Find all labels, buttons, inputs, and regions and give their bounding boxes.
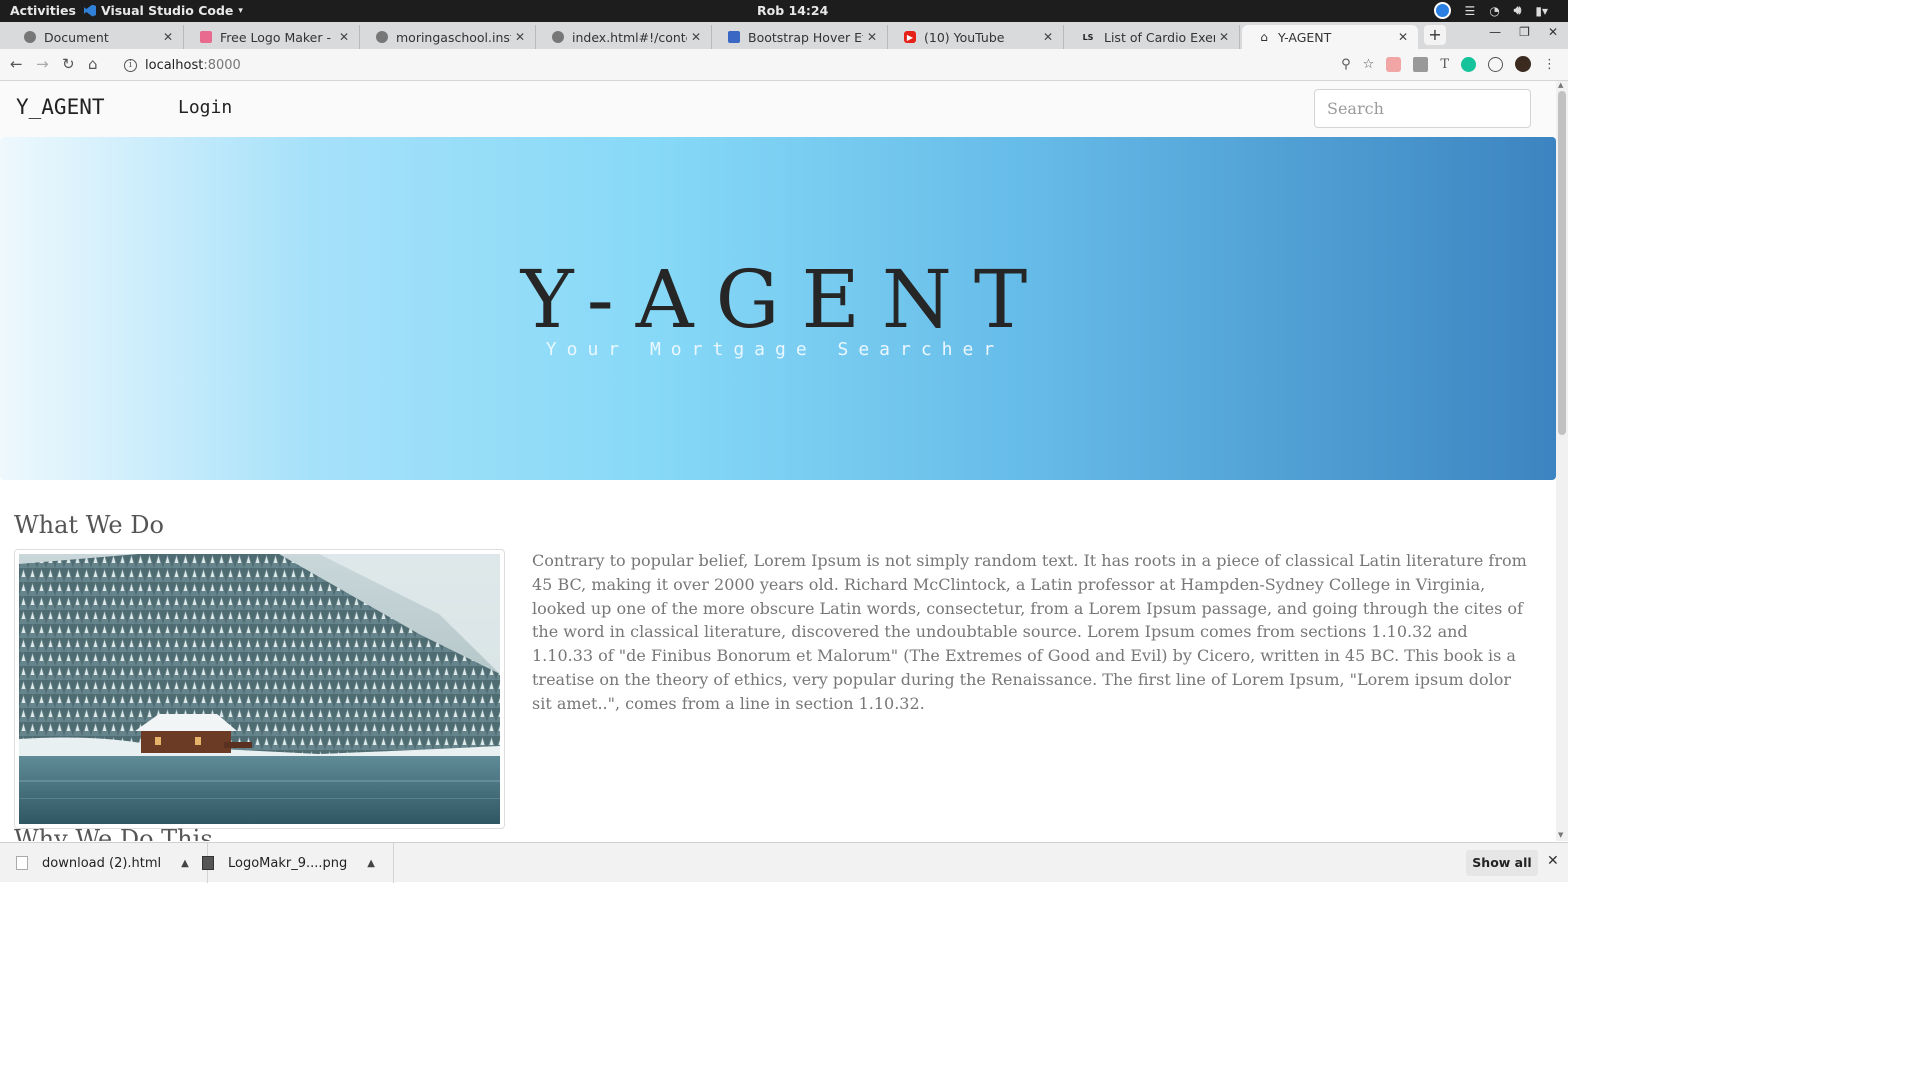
hero-banner: Y-AGENT Your Mortgage Searcher (0, 137, 1556, 480)
zoom-icon[interactable]: ⚲ (1341, 57, 1351, 72)
download-item[interactable]: download (2).html ▲ (16, 843, 208, 883)
cabin-lake-image (14, 549, 505, 829)
extension-t-icon[interactable]: T (1440, 57, 1449, 72)
url-host: localhost (145, 57, 204, 73)
url-port: :8000 (203, 57, 241, 73)
tab-title: index.html#!/content (572, 29, 687, 45)
tab-title: Bootstrap Hover Effects (748, 29, 863, 45)
restore-icon[interactable]: ❐ (1519, 25, 1530, 39)
minimize-icon[interactable]: — (1489, 25, 1501, 39)
close-icon[interactable]: ✕ (1215, 30, 1233, 44)
logomaker-icon (200, 31, 212, 43)
ls-icon: LS (1082, 32, 1094, 42)
site-info-icon[interactable]: i (124, 58, 137, 72)
wifi-icon[interactable]: ◔ (1489, 4, 1499, 18)
tab-cardio[interactable]: LS List of Cardio Exercises ✕ (1064, 25, 1240, 49)
close-icon[interactable]: ✕ (863, 30, 881, 44)
tab-logo-maker[interactable]: Free Logo Maker - Create ✕ (184, 25, 360, 49)
clock[interactable]: Rob 14:24 (757, 3, 828, 18)
battery-icon[interactable]: ▮▾ (1535, 4, 1548, 18)
file-icon (16, 856, 28, 870)
tab-y-agent[interactable]: ⌂ Y-AGENT ✕ (1242, 25, 1418, 49)
back-icon[interactable]: ← (10, 55, 23, 73)
kebab-menu-icon[interactable]: ⋮ (1543, 57, 1556, 72)
extension-es-icon[interactable] (1413, 56, 1429, 72)
tab-title: Free Logo Maker - Create (220, 29, 335, 45)
download-filename: download (2).html (42, 855, 162, 871)
chevron-up-icon[interactable]: ▲ (367, 858, 375, 869)
site-brand[interactable]: Y_AGENT (16, 95, 105, 119)
tab-title: moringaschool.instructure (396, 29, 511, 45)
scroll-up-icon[interactable]: ▲ (1558, 81, 1563, 89)
tab-title: List of Cardio Exercises (1104, 29, 1215, 45)
tab-title: Y-AGENT (1278, 29, 1332, 45)
globe-icon (24, 31, 36, 43)
tab-strip: Document ✕ Free Logo Maker - Create ✕ mo… (0, 22, 1568, 49)
chevron-up-icon[interactable]: ▲ (181, 858, 189, 869)
youtube-icon: ▶ (904, 31, 916, 43)
tab-document[interactable]: Document ✕ (8, 25, 184, 49)
login-link[interactable]: Login (178, 97, 232, 118)
teamviewer-icon[interactable] (1433, 2, 1451, 19)
tab-youtube[interactable]: ▶ (10) YouTube ✕ (888, 25, 1064, 49)
tab-index-content[interactable]: index.html#!/content ✕ (536, 25, 712, 49)
url-field[interactable]: i localhost:8000 (114, 53, 1364, 77)
tab-bootstrap-hover[interactable]: Bootstrap Hover Effects ✕ (712, 25, 888, 49)
page-scrollbar[interactable]: ▲ ▼ (1556, 81, 1568, 841)
app-name: Visual Studio Code (101, 3, 234, 18)
hero-title: Y-AGENT (520, 253, 1050, 346)
close-shelf-icon[interactable]: ✕ (1547, 853, 1559, 869)
caret-down-icon: ▾ (238, 5, 243, 16)
site-navbar: Y_AGENT Login (0, 81, 1556, 137)
download-shelf: download (2).html ▲ LogoMakr_9....png ▲ … (0, 842, 1568, 883)
reload-icon[interactable]: ↻ (62, 55, 75, 73)
scroll-down-icon[interactable]: ▼ (1558, 831, 1563, 839)
activities-button[interactable]: Activities (10, 3, 76, 18)
tab-moringa[interactable]: moringaschool.instructure ✕ (360, 25, 536, 49)
close-window-icon[interactable]: ✕ (1548, 25, 1558, 39)
profile-avatar[interactable] (1515, 56, 1531, 72)
address-bar: ← → ↻ ⌂ i localhost:8000 ⚲ ☆ T ⋮ (0, 49, 1568, 81)
section-title-why-we-do-this: Why We Do This (14, 825, 213, 841)
show-all-button[interactable]: Show all (1466, 850, 1538, 876)
page-viewport: Y_AGENT Login Y-AGENT Your Mortgage Sear… (0, 81, 1556, 841)
grammarly-icon[interactable] (1461, 56, 1476, 72)
close-icon[interactable]: ✕ (511, 30, 529, 44)
section-title-what-we-do: What We Do (14, 511, 164, 539)
extension-red-icon[interactable] (1386, 56, 1402, 72)
globe-icon (552, 31, 564, 43)
forward-icon[interactable]: → (36, 55, 49, 73)
download-item[interactable]: LogoMakr_9....png ▲ (202, 843, 394, 883)
bootstrap-icon (728, 31, 740, 43)
extension-circle-icon[interactable] (1488, 56, 1503, 72)
close-icon[interactable]: ✕ (687, 30, 705, 44)
tab-title: (10) YouTube (924, 29, 1005, 45)
app-menu[interactable]: Visual Studio Code ▾ (84, 3, 243, 18)
window-controls: — ❐ ✕ (1489, 25, 1558, 39)
close-icon[interactable]: ✕ (1039, 30, 1057, 44)
close-icon[interactable]: ✕ (335, 30, 353, 44)
hero-tagline: Your Mortgage Searcher (545, 339, 1005, 360)
image-file-icon (202, 856, 214, 870)
extension-icons: ⚲ ☆ T ⋮ (1341, 56, 1556, 72)
volume-icon[interactable]: 🔊︎ (1514, 3, 1522, 18)
new-tab-button[interactable]: + (1424, 25, 1446, 45)
tab-title: Document (44, 29, 109, 45)
vscode-icon (84, 4, 96, 17)
menu-lines-icon[interactable]: ☰ (1465, 4, 1476, 18)
system-tray[interactable]: ☰ ◔ 🔊︎ ▮▾ (1433, 2, 1548, 19)
download-filename: LogoMakr_9....png (228, 855, 348, 871)
home-button-icon[interactable]: ⌂ (88, 55, 98, 73)
home-icon: ⌂ (1260, 30, 1268, 44)
search-input[interactable] (1314, 89, 1531, 128)
what-we-do-text: Contrary to popular belief, Lorem Ipsum … (532, 551, 1527, 713)
bookmark-star-icon[interactable]: ☆ (1363, 57, 1375, 72)
close-icon[interactable]: ✕ (159, 30, 177, 44)
os-top-bar: Activities Visual Studio Code ▾ Rob 14:2… (0, 0, 1568, 22)
globe-icon (376, 31, 388, 43)
scrollbar-thumb[interactable] (1558, 91, 1566, 435)
winter-landscape-picture (19, 554, 500, 824)
close-icon[interactable]: ✕ (1394, 30, 1412, 44)
